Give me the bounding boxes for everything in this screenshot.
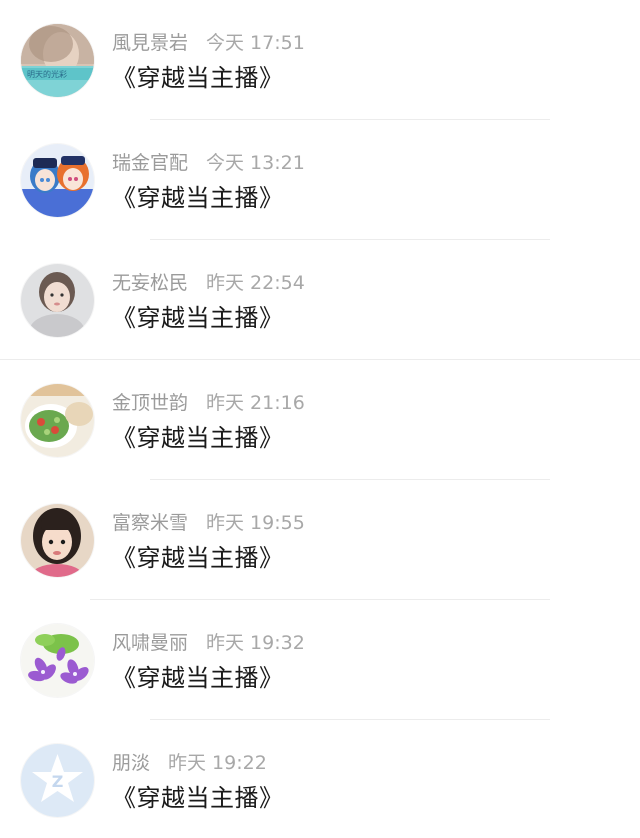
conversation-item[interactable]: 瑞金官配 今天 13:21 《穿越当主播》 <box>0 120 640 240</box>
sender-line: 金顶世韵 昨天 21:16 <box>112 390 305 416</box>
sender-name: 風見景岩 <box>112 32 189 54</box>
message-text: 《穿越当主播》 <box>112 64 284 92</box>
girl-blurred-photo-avatar[interactable]: 明天的光彩 <box>21 24 94 97</box>
purple-flowers-avatar[interactable] <box>21 624 94 697</box>
conversation-item[interactable]: 明天的光彩 風見景岩 今天 17:51 《穿越当主播》 <box>0 0 640 120</box>
message-text: 《穿越当主播》 <box>112 664 284 692</box>
sender-name: 风啸曼丽 <box>112 632 189 654</box>
message-time: 昨天 19:22 <box>168 752 267 774</box>
message-text: 《穿越当主播》 <box>112 424 284 452</box>
girl-portrait-avatar[interactable] <box>21 264 94 337</box>
sender-line: 富察米雪 昨天 19:55 <box>112 510 305 536</box>
conversation-item[interactable]: 金顶世韵 昨天 21:16 《穿越当主播》 <box>0 360 640 480</box>
message-text: 《穿越当主播》 <box>112 304 284 332</box>
salad-food-avatar[interactable] <box>21 384 94 457</box>
default-qq-avatar[interactable]: Z <box>21 744 94 817</box>
sender-line: 風見景岩 今天 17:51 <box>112 30 305 56</box>
sender-name: 无妄松民 <box>112 272 189 294</box>
message-text: 《穿越当主播》 <box>112 784 284 812</box>
conversation-item[interactable]: 富察米雪 昨天 19:55 《穿越当主播》 <box>0 480 640 600</box>
sender-line: 瑞金官配 今天 13:21 <box>112 150 305 176</box>
sender-name: 富察米雪 <box>112 512 189 534</box>
message-time: 昨天 19:55 <box>206 512 305 534</box>
conversation-item[interactable]: Z 朋淡 昨天 19:22 《穿越当主播》 <box>0 720 640 838</box>
message-time: 今天 13:21 <box>206 152 305 174</box>
message-time: 昨天 19:32 <box>206 632 305 654</box>
child-portrait-avatar[interactable] <box>21 504 94 577</box>
conversation-item[interactable]: 风啸曼丽 昨天 19:32 《穿越当主播》 <box>0 600 640 720</box>
conversation-item[interactable]: 无妄松民 昨天 22:54 《穿越当主播》 <box>0 240 640 360</box>
message-text: 《穿越当主播》 <box>112 184 284 212</box>
message-time: 昨天 22:54 <box>206 272 305 294</box>
message-text: 《穿越当主播》 <box>112 544 284 572</box>
anime-characters-avatar[interactable] <box>21 144 94 217</box>
sender-name: 瑞金官配 <box>112 152 189 174</box>
sender-line: 朋淡 昨天 19:22 <box>112 750 267 776</box>
svg-text:明天的光彩: 明天的光彩 <box>27 69 67 79</box>
sender-name: 金顶世韵 <box>112 392 189 414</box>
message-time: 今天 17:51 <box>206 32 305 54</box>
conversation-list: 明天的光彩 風見景岩 今天 17:51 《穿越当主播》 瑞金官配 今天 13:2… <box>0 0 640 838</box>
sender-line: 风啸曼丽 昨天 19:32 <box>112 630 305 656</box>
svg-text:Z: Z <box>52 772 64 791</box>
sender-line: 无妄松民 昨天 22:54 <box>112 270 305 296</box>
sender-name: 朋淡 <box>112 752 151 774</box>
message-time: 昨天 21:16 <box>206 392 305 414</box>
